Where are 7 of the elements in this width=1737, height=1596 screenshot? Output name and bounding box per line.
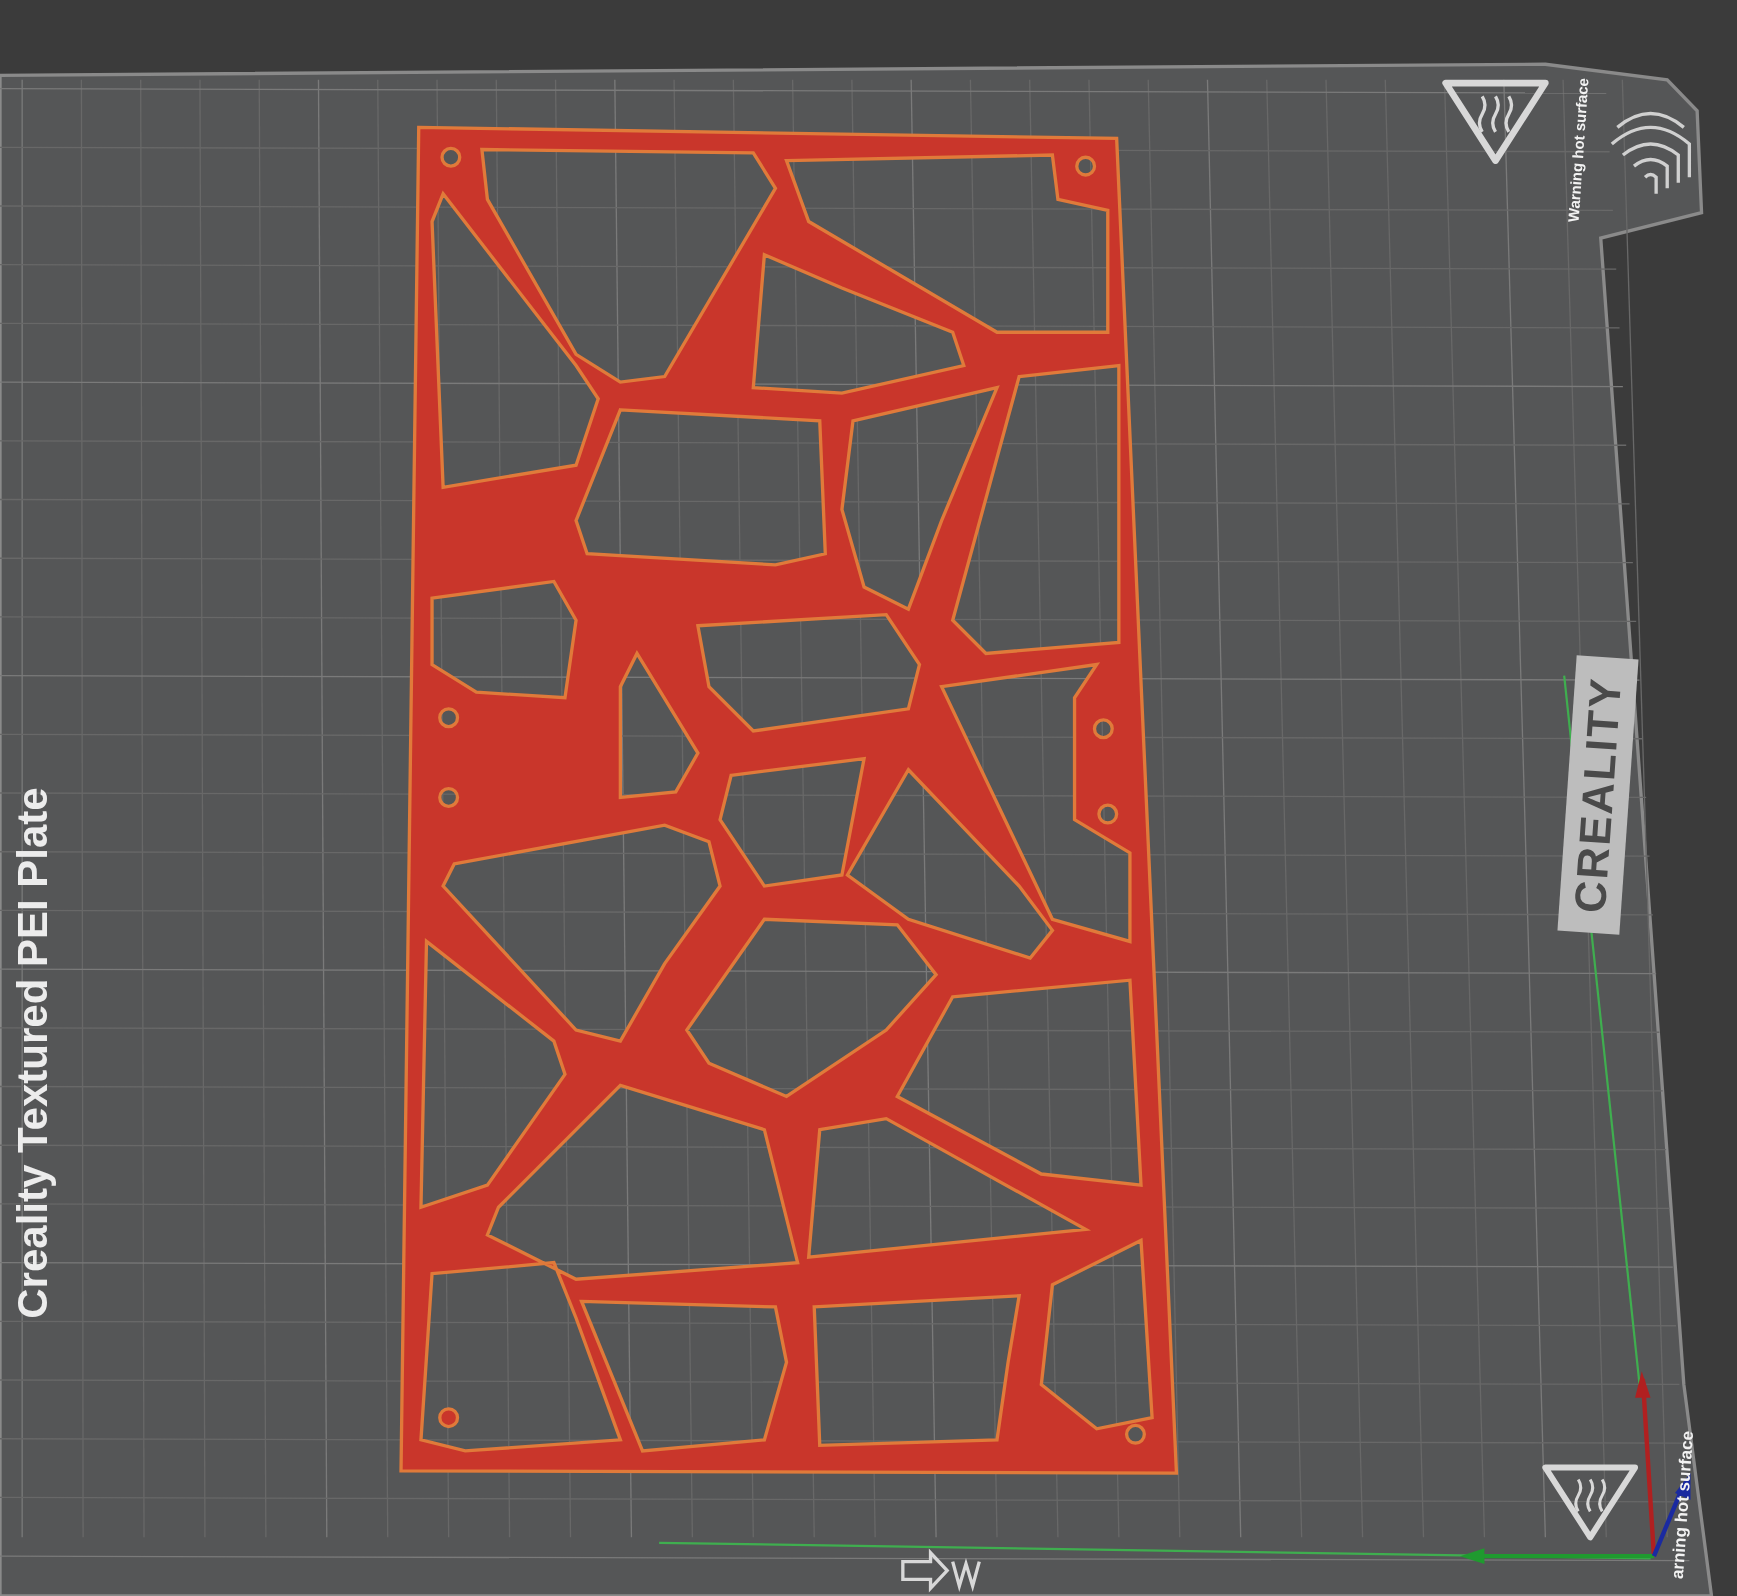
plate-name: Creality Textured PEI Plate (9, 787, 57, 1319)
hot-surface-warning-icon (1542, 1464, 1639, 1541)
fingerprint-icon (1610, 111, 1692, 196)
spring-arrow-icon (901, 1548, 981, 1593)
hot-surface-warning-icon (1442, 79, 1549, 164)
warning-label: arning hot surface (1667, 1430, 1699, 1580)
warning-label: Warning hot surface (1564, 77, 1592, 223)
